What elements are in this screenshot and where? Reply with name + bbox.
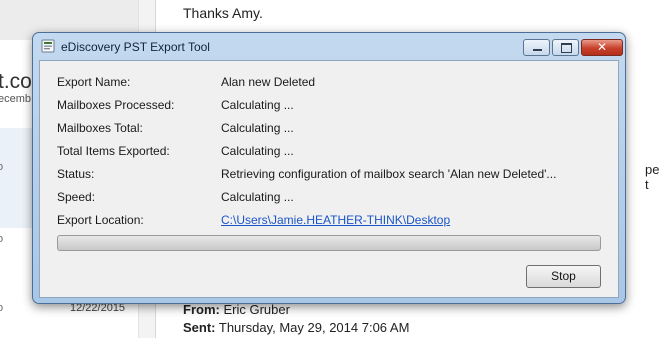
export-name-value: Alan new Deleted: [221, 75, 316, 89]
sent-label: Sent:: [183, 320, 216, 335]
reading-pane-text: Thanks Amy.: [183, 5, 263, 21]
from-value: Eric Gruber: [223, 302, 290, 317]
status-row: Status: Retrieving configuration of mail…: [40, 167, 618, 185]
minimize-button[interactable]: [523, 39, 550, 56]
total-items-row: Total Items Exported: Calculating ...: [40, 144, 618, 162]
stop-button[interactable]: Stop: [526, 265, 601, 288]
total-items-label: Total Items Exported:: [57, 144, 170, 158]
background-list-glyph: o: [0, 233, 4, 245]
status-value: Retrieving configuration of mailbox sear…: [221, 167, 557, 181]
background-list-glyph: o: [0, 302, 4, 314]
export-location-link[interactable]: C:\Users\Jamie.HEATHER-THINK\Desktop: [221, 213, 450, 227]
reading-pane-fragment: pen t: [645, 162, 660, 192]
mailboxes-processed-row: Mailboxes Processed: Calculating ...: [40, 98, 618, 116]
speed-label: Speed:: [57, 190, 96, 204]
export-progress-bar: [57, 235, 601, 251]
window-title: eDiscovery PST Export Tool: [61, 40, 210, 54]
speed-row: Speed: Calculating ...: [40, 190, 618, 208]
sent-value: Thursday, May 29, 2014 7:06 AM: [218, 320, 410, 335]
maximize-icon: [561, 43, 572, 53]
maximize-button[interactable]: [552, 39, 579, 56]
reading-pane-sent: Sent: Thursday, May 29, 2014 7:06 AM: [183, 320, 409, 335]
export-name-label: Export Name:: [57, 75, 131, 89]
pst-export-app-icon: [41, 39, 55, 53]
mailboxes-total-label: Mailboxes Total:: [57, 121, 143, 135]
status-label: Status:: [57, 167, 95, 181]
mailboxes-processed-value: Calculating ...: [221, 98, 294, 112]
dialog-content: Export Name: Alan new Deleted Mailboxes …: [39, 60, 619, 298]
background-list-glyph: o: [0, 161, 4, 173]
total-items-value: Calculating ...: [221, 144, 294, 158]
close-icon: ✕: [596, 40, 608, 54]
export-tool-window: eDiscovery PST Export Tool ✕ Export Name…: [32, 32, 626, 304]
export-location-row: Export Location: C:\Users\Jamie.HEATHER-…: [40, 213, 618, 231]
background-date-fragment: ecemb: [0, 93, 32, 105]
export-location-label: Export Location:: [57, 213, 144, 227]
mailboxes-processed-label: Mailboxes Processed:: [57, 98, 175, 112]
close-button[interactable]: ✕: [581, 39, 623, 56]
mailboxes-total-row: Mailboxes Total: Calculating ...: [40, 121, 618, 139]
mailboxes-total-value: Calculating ...: [221, 121, 294, 135]
from-label: From:: [183, 302, 220, 317]
window-titlebar[interactable]: eDiscovery PST Export Tool ✕: [33, 33, 625, 60]
export-name-row: Export Name: Alan new Deleted: [40, 75, 618, 93]
reading-pane-from: From: Eric Gruber: [183, 302, 290, 317]
speed-value: Calculating ...: [221, 190, 294, 204]
minimize-icon: [533, 49, 542, 51]
